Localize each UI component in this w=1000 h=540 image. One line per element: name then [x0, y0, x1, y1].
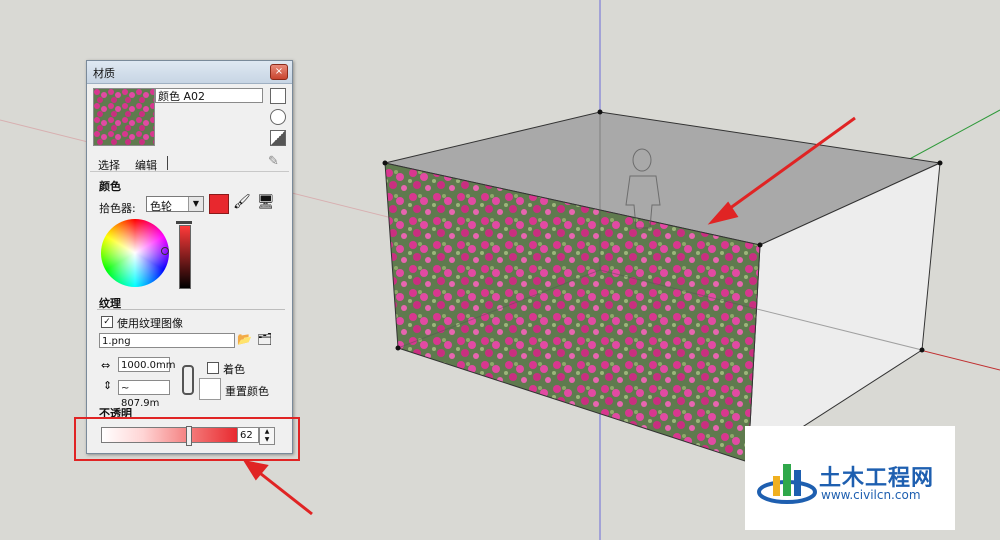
- material-preview[interactable]: [93, 88, 155, 146]
- screen-sample-icon[interactable]: 🖥: [257, 194, 275, 210]
- material-name-input[interactable]: 颜色 A02: [155, 88, 263, 103]
- logo-emblem-icon: [757, 464, 817, 504]
- use-texture-label: 使用纹理图像: [117, 317, 183, 330]
- panel-title: 材质: [93, 67, 115, 80]
- materials-panel: 材质 × 颜色 A02 选择 编辑 ✎ 颜色 拾色器: 色轮 ▼ 🖌 🖥 纹理 …: [86, 60, 293, 454]
- chevron-down-icon: ▼: [188, 197, 203, 211]
- annotation-highlight-box: [74, 417, 300, 461]
- colorize-label: 着色: [223, 363, 245, 376]
- add-material-icon[interactable]: [270, 109, 286, 125]
- reset-color-label: 重置颜色: [225, 385, 269, 398]
- create-material-icon[interactable]: [270, 88, 286, 104]
- brightness-slider-thumb[interactable]: [176, 221, 192, 224]
- panel-titlebar[interactable]: 材质 ×: [87, 61, 292, 84]
- link-chain-icon[interactable]: [182, 365, 194, 395]
- color-picker-value: 色轮: [150, 200, 172, 213]
- site-logo-card: 土木工程网 www.civilcn.com: [745, 426, 955, 530]
- texture-file-field[interactable]: 1.png: [99, 333, 235, 348]
- color-wheel-marker[interactable]: [161, 247, 169, 255]
- logo-url: www.civilcn.com: [821, 488, 921, 502]
- close-icon[interactable]: ×: [270, 64, 288, 80]
- color-section-title: 颜色: [99, 180, 121, 193]
- color-picker-select[interactable]: 色轮 ▼: [146, 196, 204, 213]
- open-file-icon[interactable]: 📂: [237, 332, 252, 346]
- color-picker-label: 拾色器:: [99, 202, 136, 215]
- eyedropper-icon[interactable]: ✎: [268, 154, 279, 169]
- export-icon[interactable]: 🗂: [257, 332, 272, 346]
- tab-separator: [167, 156, 168, 170]
- reset-color-swatch[interactable]: [199, 378, 221, 400]
- brightness-slider[interactable]: [179, 225, 191, 289]
- texture-height-field[interactable]: ~ 807.9m: [118, 380, 170, 409]
- width-arrows-icon: ⇔: [101, 359, 111, 372]
- current-color-swatch[interactable]: [209, 194, 229, 214]
- colorize-checkbox[interactable]: [207, 362, 219, 374]
- tab-divider: [90, 171, 289, 172]
- default-material-icon[interactable]: [270, 130, 286, 146]
- paint-bucket-icon[interactable]: 🖌: [233, 194, 251, 210]
- texture-width-field[interactable]: 1000.0mm: [118, 357, 175, 372]
- height-arrows-icon: ⇕: [103, 379, 113, 392]
- arrow-bottom: [242, 459, 313, 516]
- texture-divider: [97, 309, 285, 310]
- use-texture-checkbox[interactable]: ✓: [101, 316, 113, 328]
- color-wheel[interactable]: [101, 219, 169, 287]
